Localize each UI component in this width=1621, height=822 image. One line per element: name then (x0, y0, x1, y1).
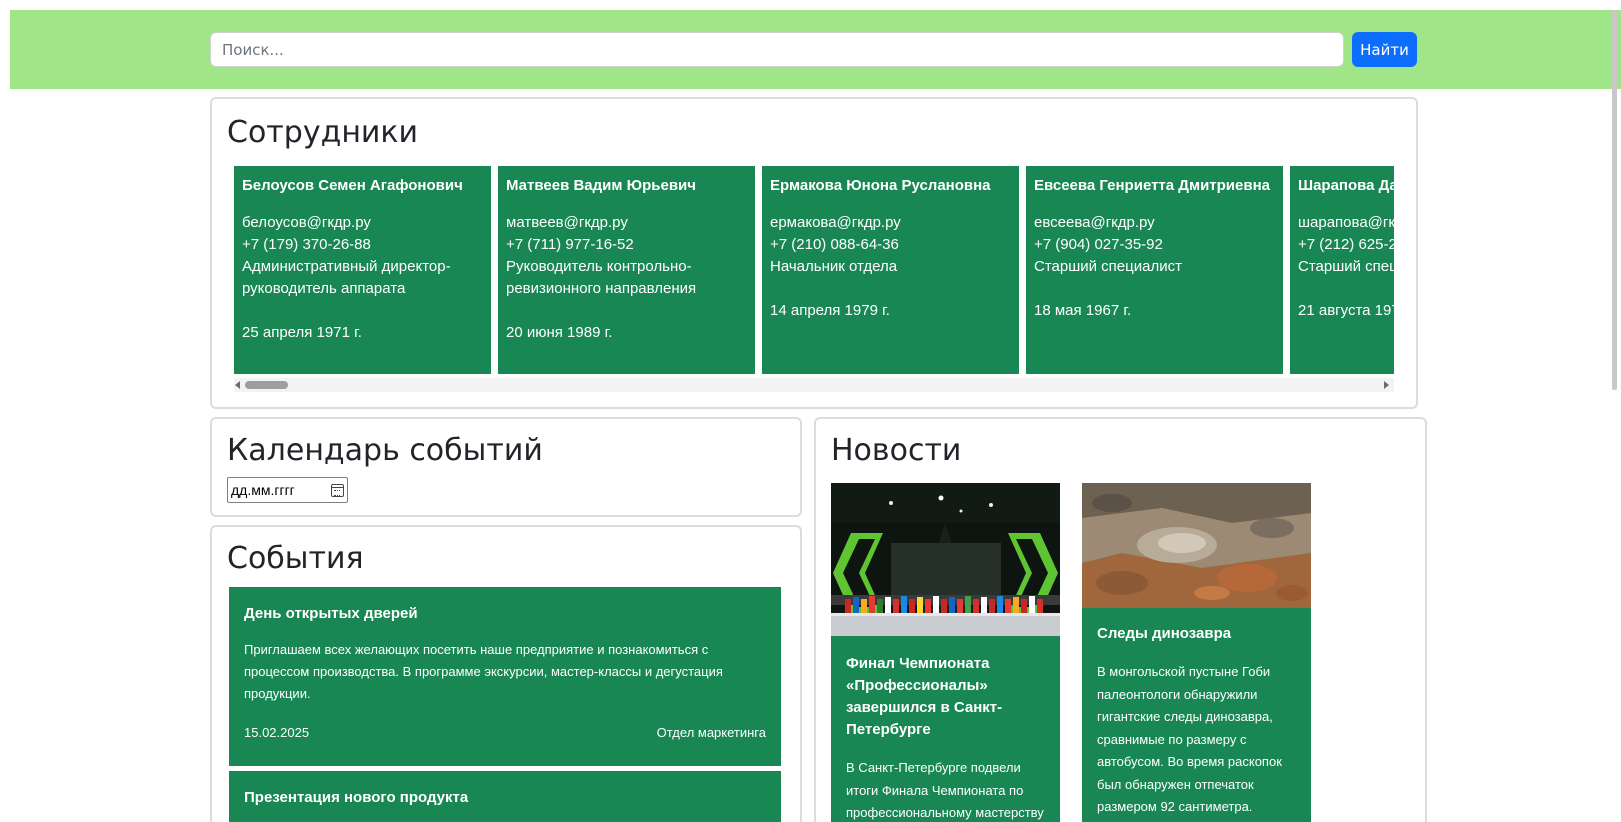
employee-birthday: 14 апреля 1979 г. (770, 302, 890, 319)
events-title: События (227, 541, 364, 576)
event-description: Приглашаем всех желающих посетить наше п… (244, 642, 723, 701)
employee-card[interactable]: Матвеев Вадим Юрьевич матвеев@гкдр.ру +7… (498, 166, 755, 374)
event-footer: 15.02.2025 Отдел маркетинга (244, 725, 766, 740)
page: Найти Сотрудники Белоусов Семен Агафонов… (10, 10, 1621, 822)
scroll-right-arrow-icon[interactable] (1384, 381, 1389, 389)
horizontal-scrollbar[interactable] (234, 378, 1394, 392)
vertical-scrollbar-thumb[interactable] (1612, 10, 1617, 390)
employee-phone: +7 (212) 625-28 (1298, 236, 1394, 253)
employee-phone: +7 (904) 027-35-92 (1034, 236, 1163, 253)
search-button[interactable]: Найти (1352, 32, 1417, 67)
date-input[interactable]: дд.мм.гггг (227, 477, 348, 503)
event-card[interactable]: День открытых дверей Приглашаем всех жел… (229, 587, 781, 766)
event-date: 15.02.2025 (244, 725, 310, 740)
news-text: В монгольской пустыне Гоби палеонтологи … (1097, 664, 1282, 814)
employee-position: Руководитель контрольно-ревизионного нап… (506, 258, 697, 297)
employee-birthday: 18 мая 1967 г. (1034, 302, 1132, 319)
news-image[interactable] (1082, 483, 1311, 608)
employee-position: Старший специ (1298, 258, 1394, 275)
employees-carousel[interactable]: Белоусов Семен Агафонович белоусов@гкдр.… (234, 166, 1394, 374)
news-title: Финал Чемпионата «Профессионалы» заверши… (846, 655, 1003, 738)
employee-position: Административный директор-руководитель а… (242, 258, 451, 297)
employee-name: Шарапова Дар (1298, 177, 1394, 194)
event-card[interactable]: Презентация нового продукта (229, 771, 781, 822)
employee-position: Начальник отдела (770, 258, 898, 275)
news-title: Новости (831, 433, 962, 468)
employee-phone: +7 (179) 370-26-88 (242, 236, 371, 253)
search-input[interactable] (210, 32, 1344, 67)
employee-card[interactable]: Ермакова Юнона Руслановна ермакова@гкдр.… (762, 166, 1019, 374)
event-department: Отдел маркетинга (656, 725, 766, 740)
employee-position: Старший специалист (1034, 258, 1182, 275)
news-card[interactable]: Следы динозавра В монгольской пустыне Го… (1082, 483, 1311, 822)
employee-email: матвеев@гкдр.ру (506, 214, 628, 231)
employee-name: Ермакова Юнона Руслановна (770, 177, 991, 194)
employee-name: Евсеева Генриетта Дмитриевна (1034, 177, 1270, 194)
news-title: Следы динозавра (1097, 625, 1232, 642)
employees-panel: Сотрудники Белоусов Семен Агафонович бел… (210, 97, 1418, 409)
scroll-left-arrow-icon[interactable] (235, 381, 240, 389)
employee-email: ермакова@гкдр.ру (770, 214, 901, 231)
championship-stage-image (831, 483, 1060, 636)
employee-card[interactable]: Белоусов Семен Агафонович белоусов@гкдр.… (234, 166, 491, 374)
employee-name: Белоусов Семен Агафонович (242, 177, 463, 194)
employees-title: Сотрудники (227, 115, 419, 150)
event-title: День открытых дверей (244, 605, 418, 622)
calendar-title: Календарь событий (227, 433, 543, 468)
news-panel: Новости Финал Чемпионата «Профессионалы»… (814, 417, 1427, 822)
news-text: В Санкт-Петербурге подвели итоги Финала … (846, 760, 1044, 820)
employee-phone: +7 (210) 088-64-36 (770, 236, 899, 253)
event-title: Презентация нового продукта (244, 789, 469, 806)
scrollbar-thumb[interactable] (245, 381, 288, 389)
calendar-panel: Календарь событий дд.мм.гггг (210, 417, 802, 517)
employee-email: евсеева@гкдр.ру (1034, 214, 1155, 231)
news-card[interactable]: Финал Чемпионата «Профессионалы» заверши… (831, 483, 1060, 822)
news-image[interactable] (831, 483, 1060, 636)
employee-birthday: 25 апреля 1971 г. (242, 324, 362, 341)
employee-birthday: 20 июня 1989 г. (506, 324, 613, 341)
date-placeholder: дд.мм.гггг (231, 482, 295, 498)
employee-email: белоусов@гкдр.ру (242, 214, 371, 231)
employee-email: шарапова@гкд (1298, 214, 1394, 231)
employee-name: Матвеев Вадим Юрьевич (506, 177, 696, 194)
events-panel: События День открытых дверей Приглашаем … (210, 525, 802, 822)
employee-phone: +7 (711) 977-16-52 (506, 236, 634, 253)
employee-card[interactable]: Евсеева Генриетта Дмитриевна евсеева@гкд… (1026, 166, 1283, 374)
employee-birthday: 21 августа 1971 (1298, 302, 1394, 319)
employee-card[interactable]: Шарапова Дар шарапова@гкд +7 (212) 625-2… (1290, 166, 1394, 374)
calendar-icon[interactable] (331, 483, 344, 497)
header-bar: Найти (10, 10, 1621, 89)
dinosaur-tracks-image (1082, 483, 1311, 608)
